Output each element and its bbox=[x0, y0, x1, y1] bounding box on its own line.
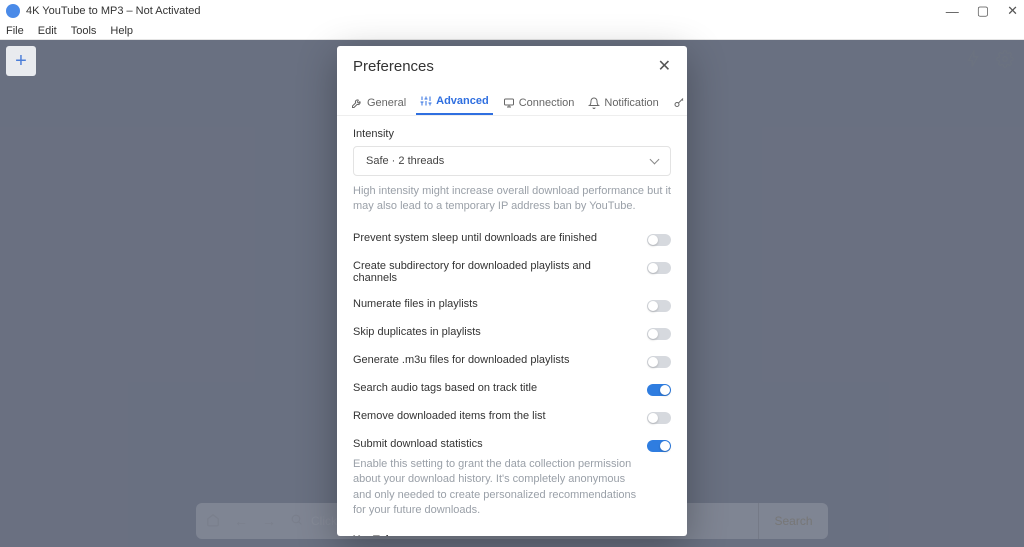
toggle-label-submit-stats: Submit download statistics bbox=[353, 438, 647, 450]
intensity-hint: High intensity might increase overall do… bbox=[353, 184, 671, 215]
close-modal-button[interactable]: ✕ bbox=[658, 56, 671, 76]
modal-title: Preferences bbox=[353, 58, 434, 75]
toggle-skip-dupes[interactable] bbox=[647, 328, 671, 340]
intensity-value: Safe · 2 threads bbox=[366, 155, 444, 167]
toggle-label-prevent-sleep: Prevent system sleep until downloads are… bbox=[353, 232, 647, 244]
maximize-button[interactable]: ▢ bbox=[977, 3, 989, 19]
toggle-label-skip-dupes: Skip duplicates in playlists bbox=[353, 326, 647, 338]
key-icon bbox=[673, 97, 685, 109]
menu-bar: File Edit Tools Help bbox=[0, 22, 1024, 40]
app-body: + ← → Click Search Preferences ✕ bbox=[0, 40, 1024, 547]
menu-tools[interactable]: Tools bbox=[71, 25, 97, 37]
toggle-remove-done[interactable] bbox=[647, 412, 671, 424]
sliders-icon bbox=[420, 95, 432, 107]
tab-general[interactable]: General bbox=[347, 97, 410, 115]
add-button[interactable]: + bbox=[6, 46, 36, 76]
title-bar: 4K YouTube to MP3 – Not Activated — ▢ ✕ bbox=[0, 0, 1024, 22]
settings-icon[interactable] bbox=[996, 50, 1014, 68]
tab-notification[interactable]: Notification bbox=[584, 97, 662, 115]
search-icon bbox=[290, 513, 303, 529]
forward-icon[interactable]: → bbox=[262, 513, 276, 529]
paste-placeholder: Click bbox=[311, 514, 337, 528]
toggle-prevent-sleep[interactable] bbox=[647, 234, 671, 246]
menu-help[interactable]: Help bbox=[110, 25, 133, 37]
toggle-label-numerate: Numerate files in playlists bbox=[353, 298, 647, 310]
toggle-label-search-tags: Search audio tags based on track title bbox=[353, 382, 647, 394]
intensity-label: Intensity bbox=[353, 128, 671, 140]
menu-file[interactable]: File bbox=[6, 25, 24, 37]
toggle-gen-m3u[interactable] bbox=[647, 356, 671, 368]
home-icon[interactable] bbox=[206, 513, 220, 530]
monitor-icon bbox=[503, 97, 515, 109]
toggle-label-gen-m3u: Generate .m3u files for downloaded playl… bbox=[353, 354, 647, 366]
menu-edit[interactable]: Edit bbox=[38, 25, 57, 37]
back-icon[interactable]: ← bbox=[234, 513, 248, 529]
window-title: 4K YouTube to MP3 – Not Activated bbox=[26, 5, 201, 17]
toggle-create-subdir[interactable] bbox=[647, 262, 671, 274]
tab-connection[interactable]: Connection bbox=[499, 97, 579, 115]
close-window-button[interactable]: ✕ bbox=[1007, 3, 1018, 19]
smart-mode-icon[interactable] bbox=[964, 50, 982, 68]
toggle-numerate[interactable] bbox=[647, 300, 671, 312]
toggle-label-create-subdir: Create subdirectory for downloaded playl… bbox=[353, 260, 647, 284]
tab-advanced[interactable]: Advanced bbox=[416, 95, 493, 115]
search-button[interactable]: Search bbox=[758, 503, 828, 539]
submit-stats-desc: Enable this setting to grant the data co… bbox=[353, 457, 671, 519]
chevron-down-icon bbox=[650, 155, 660, 165]
wrench-icon bbox=[351, 97, 363, 109]
tab-license[interactable]: License bbox=[669, 97, 687, 115]
intensity-dropdown[interactable]: Safe · 2 threads bbox=[353, 146, 671, 176]
preferences-modal: Preferences ✕ General Advanced Connectio… bbox=[337, 46, 687, 536]
tab-bar: General Advanced Connection Notification… bbox=[337, 86, 687, 116]
youtube-section-title: YouTube bbox=[353, 534, 671, 536]
app-icon bbox=[6, 4, 20, 18]
modal-body[interactable]: Intensity Safe · 2 threads High intensit… bbox=[337, 116, 687, 536]
toggle-submit-stats[interactable] bbox=[647, 440, 671, 452]
toggle-label-remove-done: Remove downloaded items from the list bbox=[353, 410, 647, 422]
toggle-search-tags[interactable] bbox=[647, 384, 671, 396]
bell-icon bbox=[588, 97, 600, 109]
minimize-button[interactable]: — bbox=[946, 4, 959, 19]
